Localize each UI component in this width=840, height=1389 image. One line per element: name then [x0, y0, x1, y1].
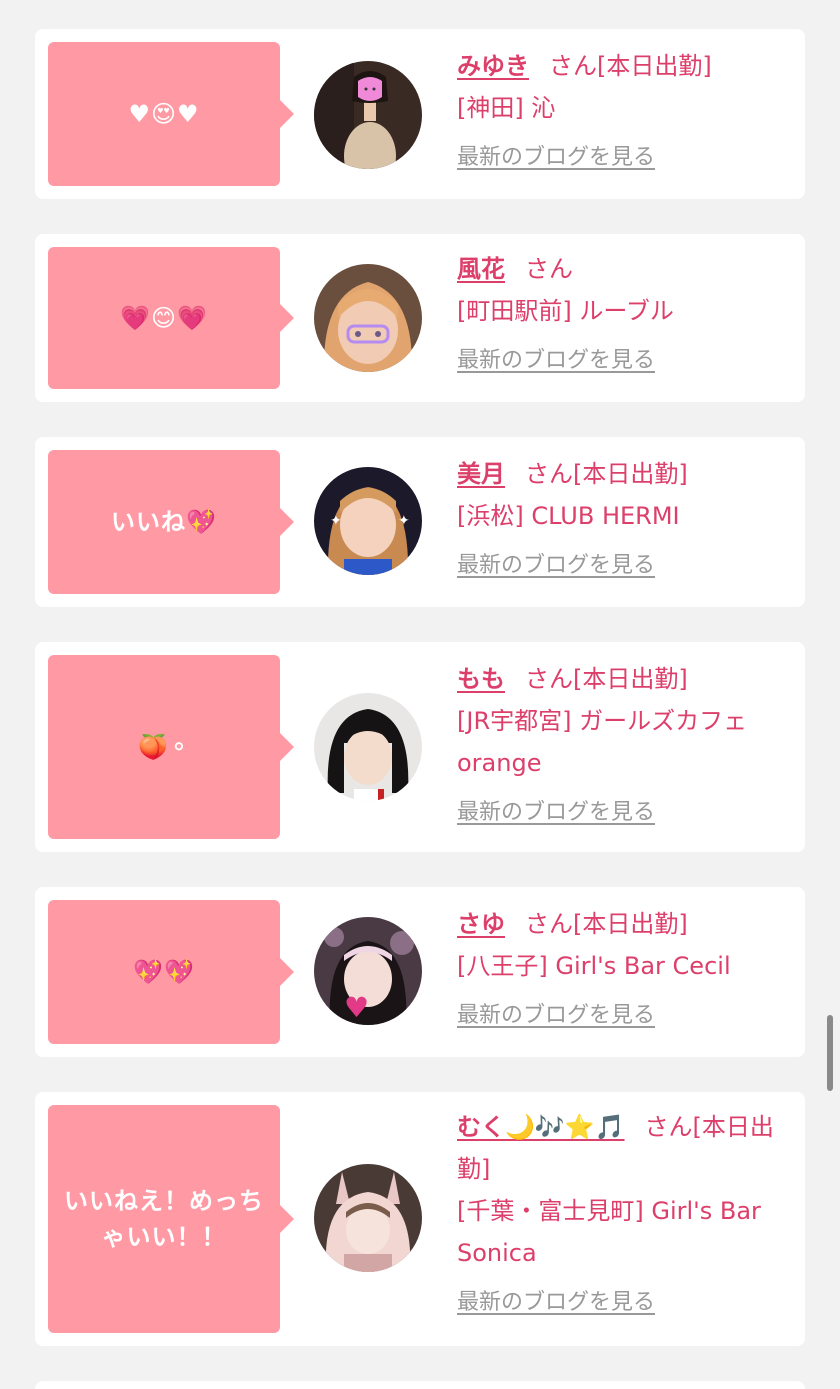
avatar[interactable]: [314, 264, 422, 372]
feed-card: ♥😍♥ みゆき さん[本日出勤] [神田] 沁 最新のブログを見る: [35, 29, 805, 199]
latest-blog-link[interactable]: 最新のブログを見る: [457, 545, 797, 587]
comment-bubble: 🍑⚬: [48, 655, 294, 839]
comment-bubble: ♥😍♥: [48, 42, 294, 186]
honorific: さん: [525, 910, 573, 938]
comment-bubble: 💗😊💗: [48, 247, 294, 389]
cast-name-link[interactable]: もも: [457, 665, 505, 693]
comment-text: いいね💖: [111, 508, 217, 536]
comment-text: 🍑⚬: [138, 733, 190, 761]
cast-name-link[interactable]: 美月: [457, 460, 505, 488]
cast-name-link[interactable]: さゆ: [457, 910, 505, 938]
scrollbar[interactable]: [827, 1015, 833, 1091]
feed-card: 💖💖 ♥ さゆ さん[本日出勤] [八王子] Girl's Bar Cecil 最…: [35, 887, 805, 1057]
latest-blog-link[interactable]: 最新のブログを見る: [457, 137, 797, 179]
avatar[interactable]: [314, 61, 422, 169]
shop-location: [町田駅前] ルーブル: [457, 297, 674, 325]
shop-location: [神田] 沁: [457, 94, 556, 122]
cast-info: もも さん[本日出勤] [JR宇都宮] ガールズカフェ orange 最新のブログ…: [457, 658, 797, 834]
latest-blog-link[interactable]: 最新のブログを見る: [457, 340, 797, 382]
cast-name-link[interactable]: むく🌙🎶⭐🎵: [457, 1113, 625, 1141]
feed-card-partial: [35, 1381, 805, 1389]
honorific: さん: [525, 255, 573, 283]
avatar[interactable]: [314, 1164, 422, 1272]
honorific: さん: [525, 665, 573, 693]
honorific: さん: [549, 52, 597, 80]
honorific: さん: [644, 1113, 693, 1141]
latest-blog-link[interactable]: 最新のブログを見る: [457, 1282, 797, 1324]
comment-bubble: いいねえ！めっちゃいい！！: [48, 1105, 294, 1333]
feed-card: 💗😊💗 風花 さん [町田駅前] ルーブル 最新のブログを見る: [35, 234, 805, 402]
shop-location: [JR宇都宮] ガールズカフェ orange: [457, 707, 748, 777]
shop-location: [千葉・富士見町] Girl's Bar Sonica: [457, 1197, 761, 1267]
comment-text: 💖💖: [133, 958, 195, 986]
comment-text: 💗😊💗: [120, 304, 208, 332]
cast-info: さゆ さん[本日出勤] [八王子] Girl's Bar Cecil 最新のブログ…: [457, 903, 797, 1037]
work-status: [本日出勤]: [597, 52, 712, 80]
cast-name-link[interactable]: 風花: [457, 255, 505, 283]
work-status: [本日出勤]: [573, 910, 688, 938]
latest-blog-link[interactable]: 最新のブログを見る: [457, 995, 797, 1037]
cast-info: 風花 さん [町田駅前] ルーブル 最新のブログを見る: [457, 248, 797, 382]
honorific: さん: [525, 460, 573, 488]
comment-text: いいねえ！めっちゃいい！！: [64, 1187, 264, 1251]
feed-card: いいね💖 ✦ ✦ 美月 さん[本日出勤] [浜松] CLUB HERMI 最新のブ…: [35, 437, 805, 607]
feed-card: いいねえ！めっちゃいい！！ むく🌙🎶⭐🎵 さん[本日出勤] [千葉・富士見町] G…: [35, 1092, 805, 1346]
svg-text:✦: ✦: [398, 513, 410, 529]
comment-bubble: いいね💖: [48, 450, 294, 594]
latest-blog-link[interactable]: 最新のブログを見る: [457, 792, 797, 834]
work-status: [本日出勤]: [573, 665, 688, 693]
svg-text:♥: ♥: [344, 991, 369, 1024]
blog-feed-page: ♥😍♥ みゆき さん[本日出勤] [神田] 沁 最新のブログを見る 💗😊💗 風花…: [0, 0, 840, 1389]
shop-location: [浜松] CLUB HERMI: [457, 502, 680, 530]
comment-bubble: 💖💖: [48, 900, 294, 1044]
cast-name-link[interactable]: みゆき: [457, 52, 529, 80]
avatar[interactable]: ✦ ✦: [314, 467, 422, 575]
cast-info: 美月 さん[本日出勤] [浜松] CLUB HERMI 最新のブログを見る: [457, 453, 797, 587]
avatar[interactable]: [314, 693, 422, 801]
cast-info: みゆき さん[本日出勤] [神田] 沁 最新のブログを見る: [457, 45, 797, 179]
comment-text: ♥😍♥: [128, 100, 200, 128]
svg-text:✦: ✦: [330, 513, 342, 529]
work-status: [本日出勤]: [573, 460, 688, 488]
feed-card: 🍑⚬ もも さん[本日出勤] [JR宇都宮] ガールズカフェ orange 最新の…: [35, 642, 805, 852]
avatar[interactable]: ♥: [314, 917, 422, 1025]
cast-info: むく🌙🎶⭐🎵 さん[本日出勤] [千葉・富士見町] Girl's Bar Soni…: [457, 1106, 797, 1324]
shop-location: [八王子] Girl's Bar Cecil: [457, 952, 731, 980]
